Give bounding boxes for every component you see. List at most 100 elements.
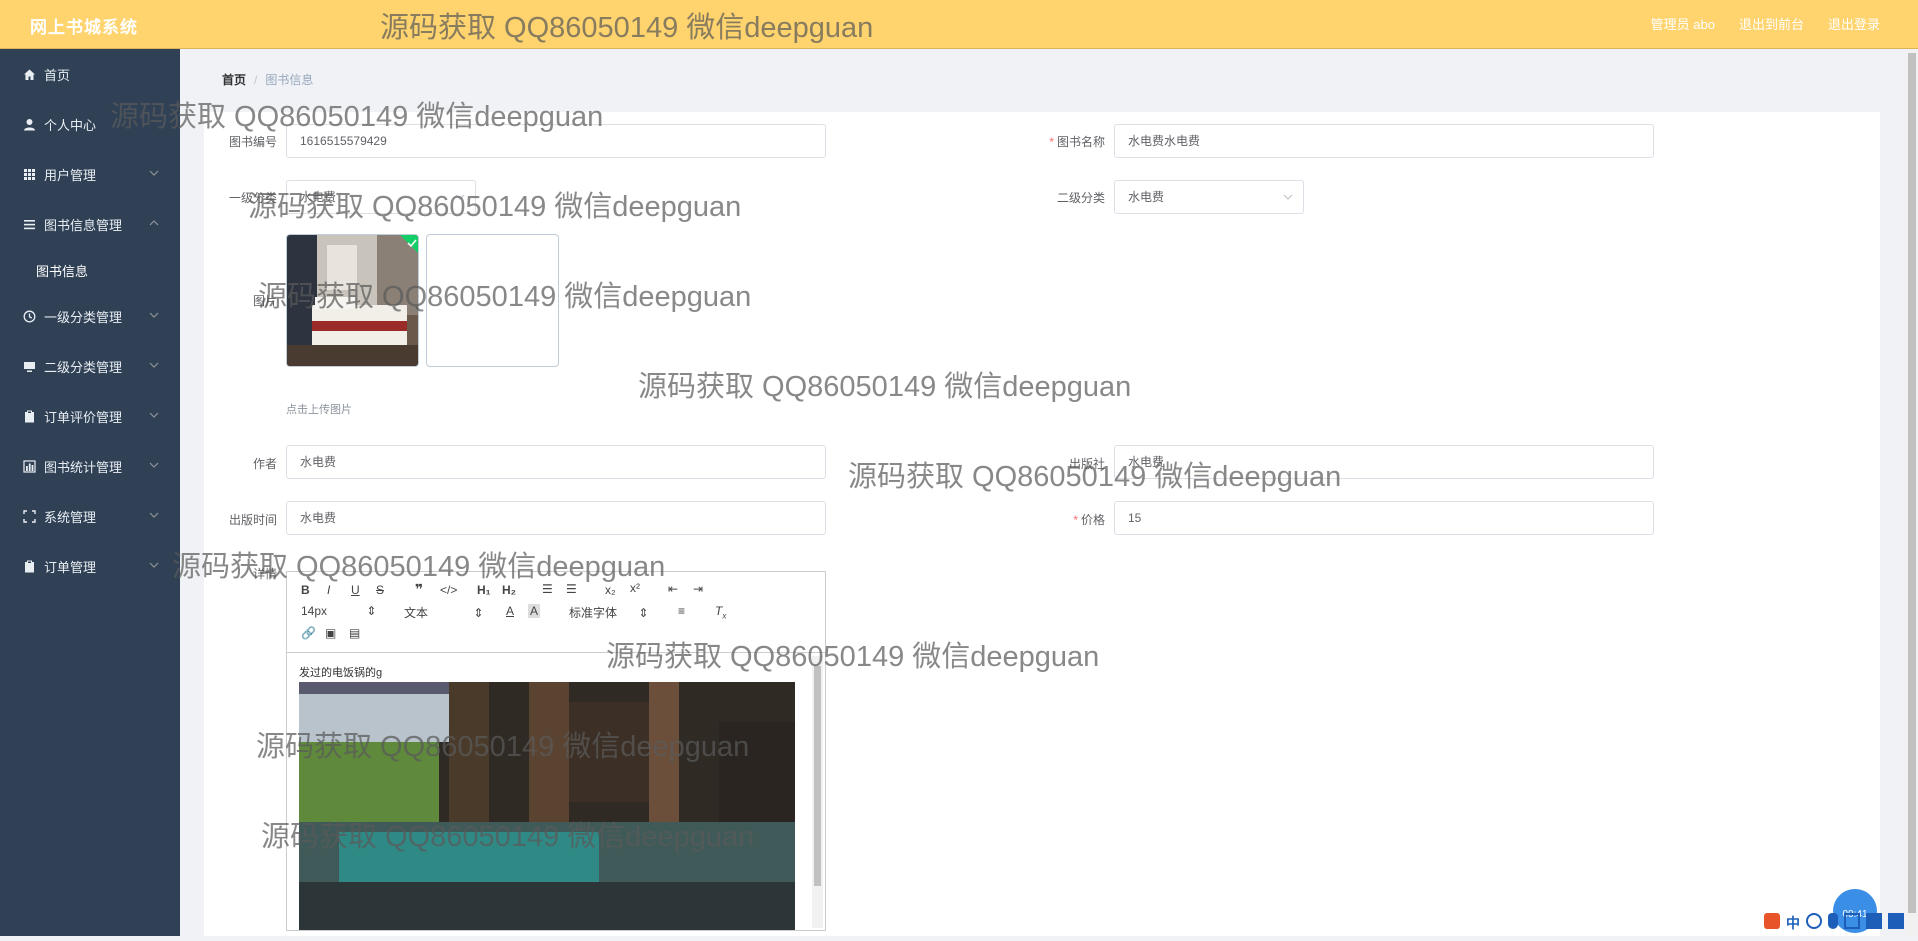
toolbox-icon[interactable] (1888, 913, 1904, 929)
book-no-input[interactable]: 1616515579429 (286, 124, 826, 158)
pub-date-input[interactable]: 水电费 (286, 501, 826, 535)
editor-scrollbar[interactable] (812, 656, 823, 928)
h1-button[interactable]: H₁ (477, 583, 491, 597)
h2-button[interactable]: H₂ (502, 583, 516, 597)
video-icon[interactable]: ▤ (349, 626, 360, 640)
microphone-icon[interactable] (1828, 913, 1838, 929)
author-input[interactable]: 水电费 (286, 445, 826, 479)
font-color-icon[interactable]: A (506, 604, 514, 618)
chevron-down-icon (1283, 194, 1293, 200)
category1-value: 水电费 (300, 190, 337, 204)
italic-button[interactable]: I (327, 583, 330, 597)
price-label: * 价格 (1020, 511, 1105, 528)
strike-button[interactable]: S (376, 583, 384, 597)
chevron-down-icon (149, 412, 159, 418)
category2-value: 水电费 (1128, 190, 1165, 204)
link-icon[interactable]: 🔗 (301, 626, 316, 640)
back-to-front-link[interactable]: 退出到前台 (1739, 14, 1804, 33)
skin-icon[interactable] (1866, 913, 1882, 929)
align-icon[interactable]: ≡ (678, 604, 685, 618)
book-name-label: * 图书名称 (1020, 133, 1105, 150)
clipboard-icon (22, 409, 36, 423)
ordered-list-icon[interactable]: ☰ (542, 582, 553, 596)
chevron-down-icon (149, 462, 159, 468)
author-label: 作者 (252, 457, 277, 471)
subscript-button[interactable]: x₂ (605, 583, 616, 597)
sidebar-item-label: 二级分类管理 (44, 359, 123, 375)
rich-text-editor[interactable]: B I U S ❞ </> H₁ H₂ ☰ ☰ x₂ x² ⇤ ⇥ 14px ⇕… (286, 571, 826, 931)
required-mark: * (1049, 135, 1054, 149)
sidebar-subitem-book-info[interactable]: 图书信息 (0, 249, 180, 291)
font-family-select[interactable]: 标准字体 ⇕ (569, 604, 648, 621)
chart-icon (22, 459, 36, 473)
image-icon[interactable]: ▣ (325, 626, 336, 640)
fullscreen-icon (22, 509, 36, 523)
top-links: 管理员 abo 退出到前台 退出登录 (1651, 14, 1880, 33)
price-input[interactable]: 15 (1114, 501, 1654, 535)
editor-scroll-thumb[interactable] (814, 666, 821, 886)
sidebar-item-label: 个人中心 (44, 117, 97, 133)
price-label-text: 价格 (1080, 513, 1105, 527)
sidebar-item-system[interactable]: 系统管理 (0, 491, 180, 541)
category2-label: 二级分类 (1056, 191, 1105, 205)
sidebar-item-orders[interactable]: 订单管理 (0, 541, 180, 591)
chevron-down-icon (149, 562, 159, 568)
bold-button[interactable]: B (301, 583, 310, 597)
background-color-icon[interactable]: A (528, 604, 541, 618)
admin-user-link[interactable]: 管理员 abo (1651, 14, 1715, 33)
category1-select[interactable]: 水电费 (286, 180, 476, 214)
outdent-icon[interactable]: ⇤ (668, 582, 678, 596)
quote-icon[interactable]: ❞ (415, 581, 423, 598)
publisher-input[interactable]: 水电费 (1114, 445, 1654, 479)
sidebar-item-profile[interactable]: 个人中心 (0, 99, 180, 149)
upload-hint: 点击上传图片 (286, 404, 352, 416)
sidebar: 首页 个人中心 用户管理 图书信息管理 图书信息 一级分类管理 二级分类管理 订… (0, 49, 180, 936)
sidebar-item-order-review[interactable]: 订单评价管理 (0, 391, 180, 441)
sidebar-item-label: 订单管理 (44, 559, 97, 575)
indent-icon[interactable]: ⇥ (693, 582, 703, 596)
keyboard-icon[interactable] (1844, 913, 1860, 929)
superscript-button[interactable]: x² (630, 581, 640, 595)
page-scroll-thumb[interactable] (1908, 53, 1916, 913)
page-scrollbar[interactable] (1906, 49, 1918, 936)
sidebar-item-category2[interactable]: 二级分类管理 (0, 341, 180, 391)
hotel-pool-photo (299, 682, 795, 930)
chevron-down-icon (149, 512, 159, 518)
editor-content[interactable]: 发过的电饭锅的g (287, 652, 825, 930)
breadcrumb-separator: / (254, 73, 258, 87)
font-size-select[interactable]: 14px ⇕ (301, 604, 376, 618)
underline-button[interactable]: U (351, 583, 360, 597)
book-name-input[interactable]: 水电费水电费 (1114, 124, 1654, 158)
sidebar-item-label: 订单评价管理 (44, 409, 123, 425)
app-title: 网上书城系统 (30, 18, 138, 37)
logout-link[interactable]: 退出登录 (1828, 14, 1880, 33)
user-icon (22, 117, 36, 131)
sidebar-item-label: 图书信息管理 (44, 217, 123, 233)
bullet-list-icon[interactable]: ☰ (566, 582, 577, 596)
emoji-icon[interactable] (1806, 913, 1822, 929)
sidebar-item-category1[interactable]: 一级分类管理 (0, 291, 180, 341)
top-bar: 网上书城系统 管理员 abo 退出到前台 退出登录 (0, 0, 1918, 49)
sidebar-item-home[interactable]: 首页 (0, 49, 180, 99)
breadcrumb-current: 图书信息 (265, 73, 314, 87)
sidebar-item-label: 图书统计管理 (44, 459, 123, 475)
sidebar-item-label: 系统管理 (44, 509, 97, 525)
font-size-value: 14px (301, 604, 328, 618)
sort-icon: ⇕ (473, 606, 484, 620)
code-icon[interactable]: </> (440, 583, 457, 597)
image-label: 图片 (252, 294, 277, 308)
pub-date-label: 出版时间 (228, 513, 277, 527)
uploaded-image-card[interactable] (286, 234, 419, 367)
breadcrumb-home[interactable]: 首页 (222, 73, 246, 87)
sidebar-item-book-info[interactable]: 图书信息管理 (0, 199, 180, 249)
upload-trigger[interactable] (426, 234, 559, 367)
sidebar-item-label: 一级分类管理 (44, 309, 123, 325)
text-style-value: 文本 (404, 606, 429, 620)
text-style-select[interactable]: 文本 ⇕ (404, 604, 483, 621)
sidebar-item-users[interactable]: 用户管理 (0, 149, 180, 199)
clear-format-icon[interactable]: Tx (715, 604, 726, 620)
category2-select[interactable]: 水电费 (1114, 180, 1304, 214)
sidebar-item-statistics[interactable]: 图书统计管理 (0, 441, 180, 491)
ime-mode-indicator[interactable]: 中 (1786, 913, 1800, 931)
clipboard-icon (22, 559, 36, 573)
